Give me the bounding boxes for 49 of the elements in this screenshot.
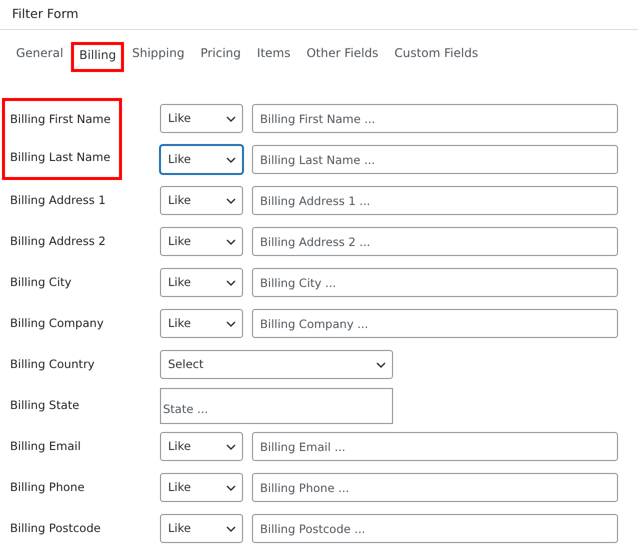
- tab[interactable]: Pricing: [192, 42, 249, 72]
- field-label: Billing Phone: [10, 478, 85, 496]
- input-field[interactable]: Billing Phone ...: [252, 473, 618, 502]
- field-label: Billing Country: [10, 356, 95, 373]
- chevron-icon: [226, 116, 236, 122]
- input-field[interactable]: Billing Postcode ...: [252, 514, 618, 543]
- field-label: Billing City: [10, 274, 72, 291]
- field-label: Billing Email: [10, 438, 81, 455]
- chevron-icon: [226, 280, 236, 286]
- operator-dropdown[interactable]: Like: [160, 432, 243, 461]
- field-label: Billing Address 2: [10, 232, 106, 250]
- field-label: Billing Company: [10, 314, 104, 332]
- field-label: Billing Last Name: [10, 149, 110, 166]
- field-label: Billing First Name: [10, 111, 111, 128]
- chevron-icon: [376, 362, 386, 368]
- operator-dropdown[interactable]: Like: [160, 145, 243, 174]
- chevron-icon: [226, 444, 236, 450]
- chevron-icon: [226, 320, 236, 326]
- tab[interactable]: Billing: [71, 42, 124, 72]
- operator-dropdown[interactable]: Like: [160, 514, 243, 543]
- operator-dropdown[interactable]: Like: [160, 473, 243, 502]
- operator-dropdown[interactable]: Like: [160, 309, 243, 338]
- input-field[interactable]: Billing Address 2 ...: [252, 227, 618, 256]
- form-title: Filter Form: [12, 6, 78, 21]
- tab[interactable]: Items: [248, 42, 298, 72]
- tab[interactable]: Custom Fields: [386, 42, 486, 72]
- country-dropdown[interactable]: Select: [160, 350, 393, 379]
- chevron-icon: [226, 484, 236, 490]
- input-field[interactable]: Billing First Name ...: [252, 104, 618, 133]
- field-label: Billing State: [10, 396, 80, 414]
- input-field[interactable]: State ...: [160, 388, 393, 424]
- tab[interactable]: Shipping: [124, 42, 192, 72]
- field-label: Billing Postcode: [10, 520, 101, 537]
- input-field[interactable]: Billing Last Name ...: [252, 145, 618, 174]
- tab[interactable]: General: [8, 42, 72, 72]
- chevron-icon: [226, 198, 236, 204]
- input-field[interactable]: Billing Address 1 ...: [252, 186, 618, 215]
- field-label: Billing Address 1: [10, 192, 106, 209]
- chevron-icon: [226, 238, 236, 244]
- operator-dropdown[interactable]: Like: [160, 268, 243, 297]
- input-field[interactable]: Billing City ...: [252, 268, 618, 297]
- input-field[interactable]: Billing Company ...: [252, 309, 618, 338]
- chevron-icon: [226, 156, 236, 162]
- tab[interactable]: Other Fields: [298, 42, 386, 72]
- operator-dropdown[interactable]: Like: [160, 227, 243, 256]
- operator-dropdown[interactable]: Like: [160, 186, 243, 215]
- input-field[interactable]: Billing Email ...: [252, 432, 618, 461]
- operator-dropdown[interactable]: Like: [160, 104, 243, 133]
- chevron-icon: [226, 526, 236, 532]
